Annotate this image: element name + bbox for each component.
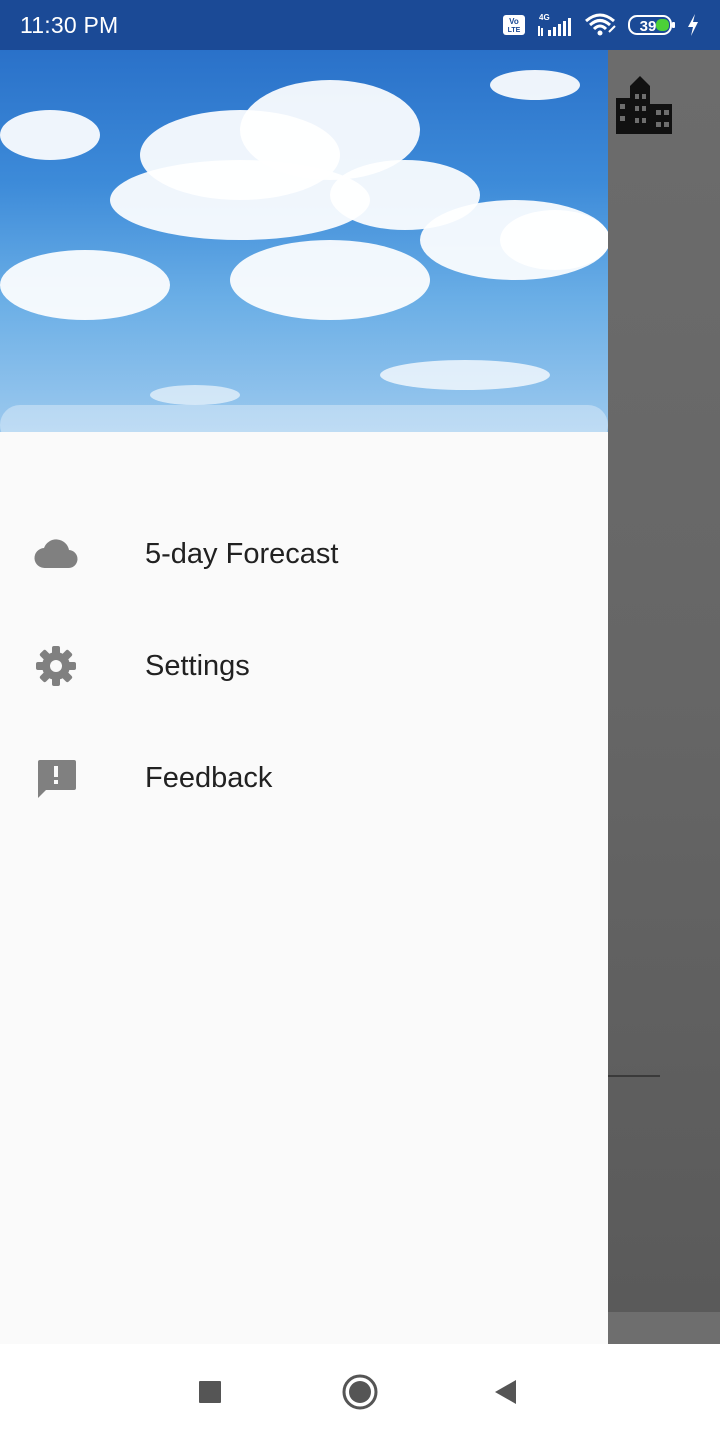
menu-item-5-day-forecast[interactable]: 5-day Forecast (0, 514, 608, 594)
background-divider (608, 1075, 660, 1077)
back-triangle-icon (495, 1380, 516, 1404)
wifi-icon (585, 13, 616, 36)
cloud-icon (32, 530, 80, 578)
network-type-label: 4G (539, 13, 550, 22)
menu-item-label: Settings (145, 649, 250, 682)
drawer-header-image (0, 50, 608, 432)
menu-item-settings[interactable]: Settings (0, 626, 608, 706)
back-button[interactable] (482, 1368, 530, 1416)
svg-text:39: 39 (640, 18, 657, 35)
svg-text:LTE: LTE (508, 27, 521, 34)
system-nav-bar (0, 1344, 720, 1440)
city-icon (616, 76, 672, 134)
navigation-drawer: 5-day Forecast Settings Feedback (0, 50, 608, 1344)
feedback-icon (32, 754, 80, 802)
battery-icon: 39 (628, 15, 675, 35)
background-content (608, 50, 720, 1312)
square-icon (199, 1381, 221, 1403)
menu-item-label: 5-day Forecast (145, 537, 339, 570)
status-time: 11:30 PM (20, 11, 119, 38)
circle-icon (342, 1374, 378, 1410)
status-bar: 11:30 PM Vo LTE 4G 39 (0, 0, 720, 50)
volte-icon: Vo LTE (503, 15, 525, 35)
gear-icon (32, 642, 80, 690)
screen: 11:30 PM Vo LTE 4G 39 5-day Forecast Set… (0, 0, 720, 1440)
recents-button[interactable] (186, 1368, 234, 1416)
status-icons: Vo LTE 4G 39 (502, 12, 700, 38)
menu-item-feedback[interactable]: Feedback (0, 738, 608, 818)
home-button[interactable] (336, 1368, 384, 1416)
svg-text:Vo: Vo (509, 17, 519, 26)
background-bottom-strip (608, 1312, 720, 1344)
charging-icon (688, 14, 698, 36)
signal-icon: 4G (538, 13, 571, 36)
menu-item-label: Feedback (145, 761, 273, 794)
